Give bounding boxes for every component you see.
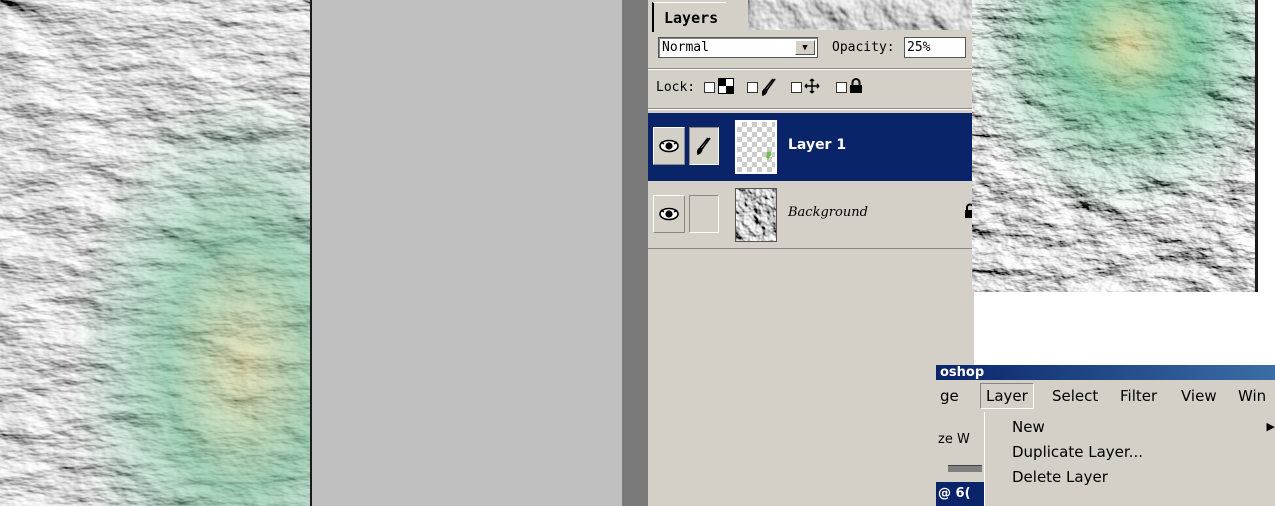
menu-item-new[interactable]: New (1012, 418, 1045, 436)
submenu-arrow-icon: ▶ (1266, 420, 1275, 433)
eye-icon[interactable] (653, 127, 685, 165)
options-text: ze W (938, 432, 970, 447)
menu-image[interactable]: ge (940, 387, 959, 405)
menu-window[interactable]: Win (1238, 387, 1266, 405)
divider (648, 68, 974, 70)
document-strip: ze W @ 6( (936, 412, 984, 506)
document-tab[interactable]: @ 6( (936, 482, 984, 506)
lock-position-checkbox[interactable] (791, 82, 802, 93)
lock-icon (849, 78, 863, 98)
tab-layers[interactable]: Layers (652, 2, 745, 32)
layer-name[interactable]: Layer 1 (788, 137, 846, 153)
opacity-label: Opacity: (832, 40, 895, 55)
menu-item-duplicate-layer[interactable]: Duplicate Layer... (1012, 443, 1143, 461)
relief-map-image-right (972, 0, 1258, 292)
transparency-icon (718, 78, 734, 98)
lock-transparency-checkbox[interactable] (704, 82, 715, 93)
opacity-value: 25% (907, 40, 931, 55)
canvas-background (312, 0, 622, 506)
menu-layer[interactable]: Layer (980, 383, 1034, 409)
scrollbar[interactable] (948, 465, 982, 472)
lock-all-checkbox[interactable] (836, 82, 847, 93)
document-tab-label: @ 6( (938, 486, 971, 501)
menu-select[interactable]: Select (1052, 387, 1098, 405)
title-bar: oshop (936, 365, 1275, 380)
brush-icon[interactable] (689, 127, 719, 165)
divider (648, 108, 974, 110)
chevron-down-icon[interactable]: ▼ (795, 40, 815, 55)
layer-row-background[interactable]: Background (648, 181, 974, 249)
layer-name[interactable]: Background (788, 205, 868, 220)
tab-layers-label: Layers (664, 8, 719, 27)
brush-icon (761, 78, 777, 100)
layers-palette: Layers Normal ▼ Opacity: 25% Lock: Layer… (648, 0, 974, 506)
blend-mode-value: Normal (662, 40, 709, 55)
tab-strip-image (748, 0, 974, 30)
application-menu: oshop ge Layer Select Filter View Win ze… (936, 365, 1275, 506)
menu-item-delete-layer[interactable]: Delete Layer (1012, 468, 1108, 486)
lock-label: Lock: (656, 80, 696, 95)
layer-row-layer-1[interactable]: Layer 1 (648, 113, 974, 181)
move-icon (804, 78, 820, 98)
menu-view[interactable]: View (1181, 387, 1217, 405)
link-slot[interactable] (689, 195, 719, 233)
menu-filter[interactable]: Filter (1120, 387, 1157, 405)
image-border (1255, 0, 1258, 292)
layer-thumbnail (735, 120, 777, 174)
lock-image-checkbox[interactable] (747, 82, 758, 93)
layer-menu-dropdown: New ▶ Duplicate Layer... Delete Layer (984, 412, 1275, 506)
relief-map-image-left (0, 0, 312, 506)
opacity-input[interactable]: 25% (904, 37, 966, 58)
palette-tab-strip: Layers (648, 0, 974, 33)
blend-mode-select[interactable]: Normal ▼ (658, 37, 818, 58)
layer-thumbnail (735, 188, 777, 242)
menubar: ge Layer Select Filter View Win (936, 380, 1275, 412)
window-frame (622, 0, 648, 506)
eye-icon[interactable] (653, 195, 685, 233)
app-title: oshop (940, 365, 985, 380)
